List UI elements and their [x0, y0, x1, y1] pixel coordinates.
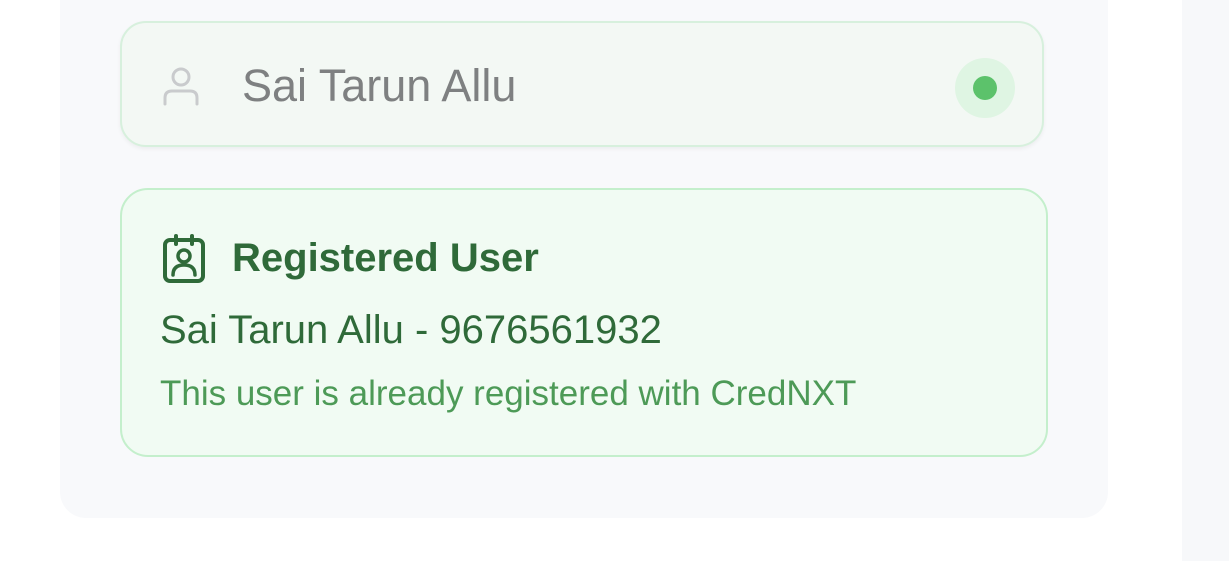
right-sidebar-strip [1182, 0, 1229, 561]
user-icon [163, 67, 199, 106]
status-dot-icon [973, 76, 997, 100]
registered-user-note: This user is already registered with Cre… [160, 374, 857, 413]
id-badge-icon [163, 234, 205, 283]
name-input[interactable] [242, 53, 922, 119]
name-field[interactable] [120, 21, 1044, 147]
registered-user-card: Registered User Sai Tarun Allu - 9676561… [120, 188, 1048, 457]
verified-status-indicator [955, 58, 1015, 118]
registered-user-title: Registered User [232, 236, 539, 280]
registered-user-details: Sai Tarun Allu - 9676561932 [160, 308, 662, 352]
